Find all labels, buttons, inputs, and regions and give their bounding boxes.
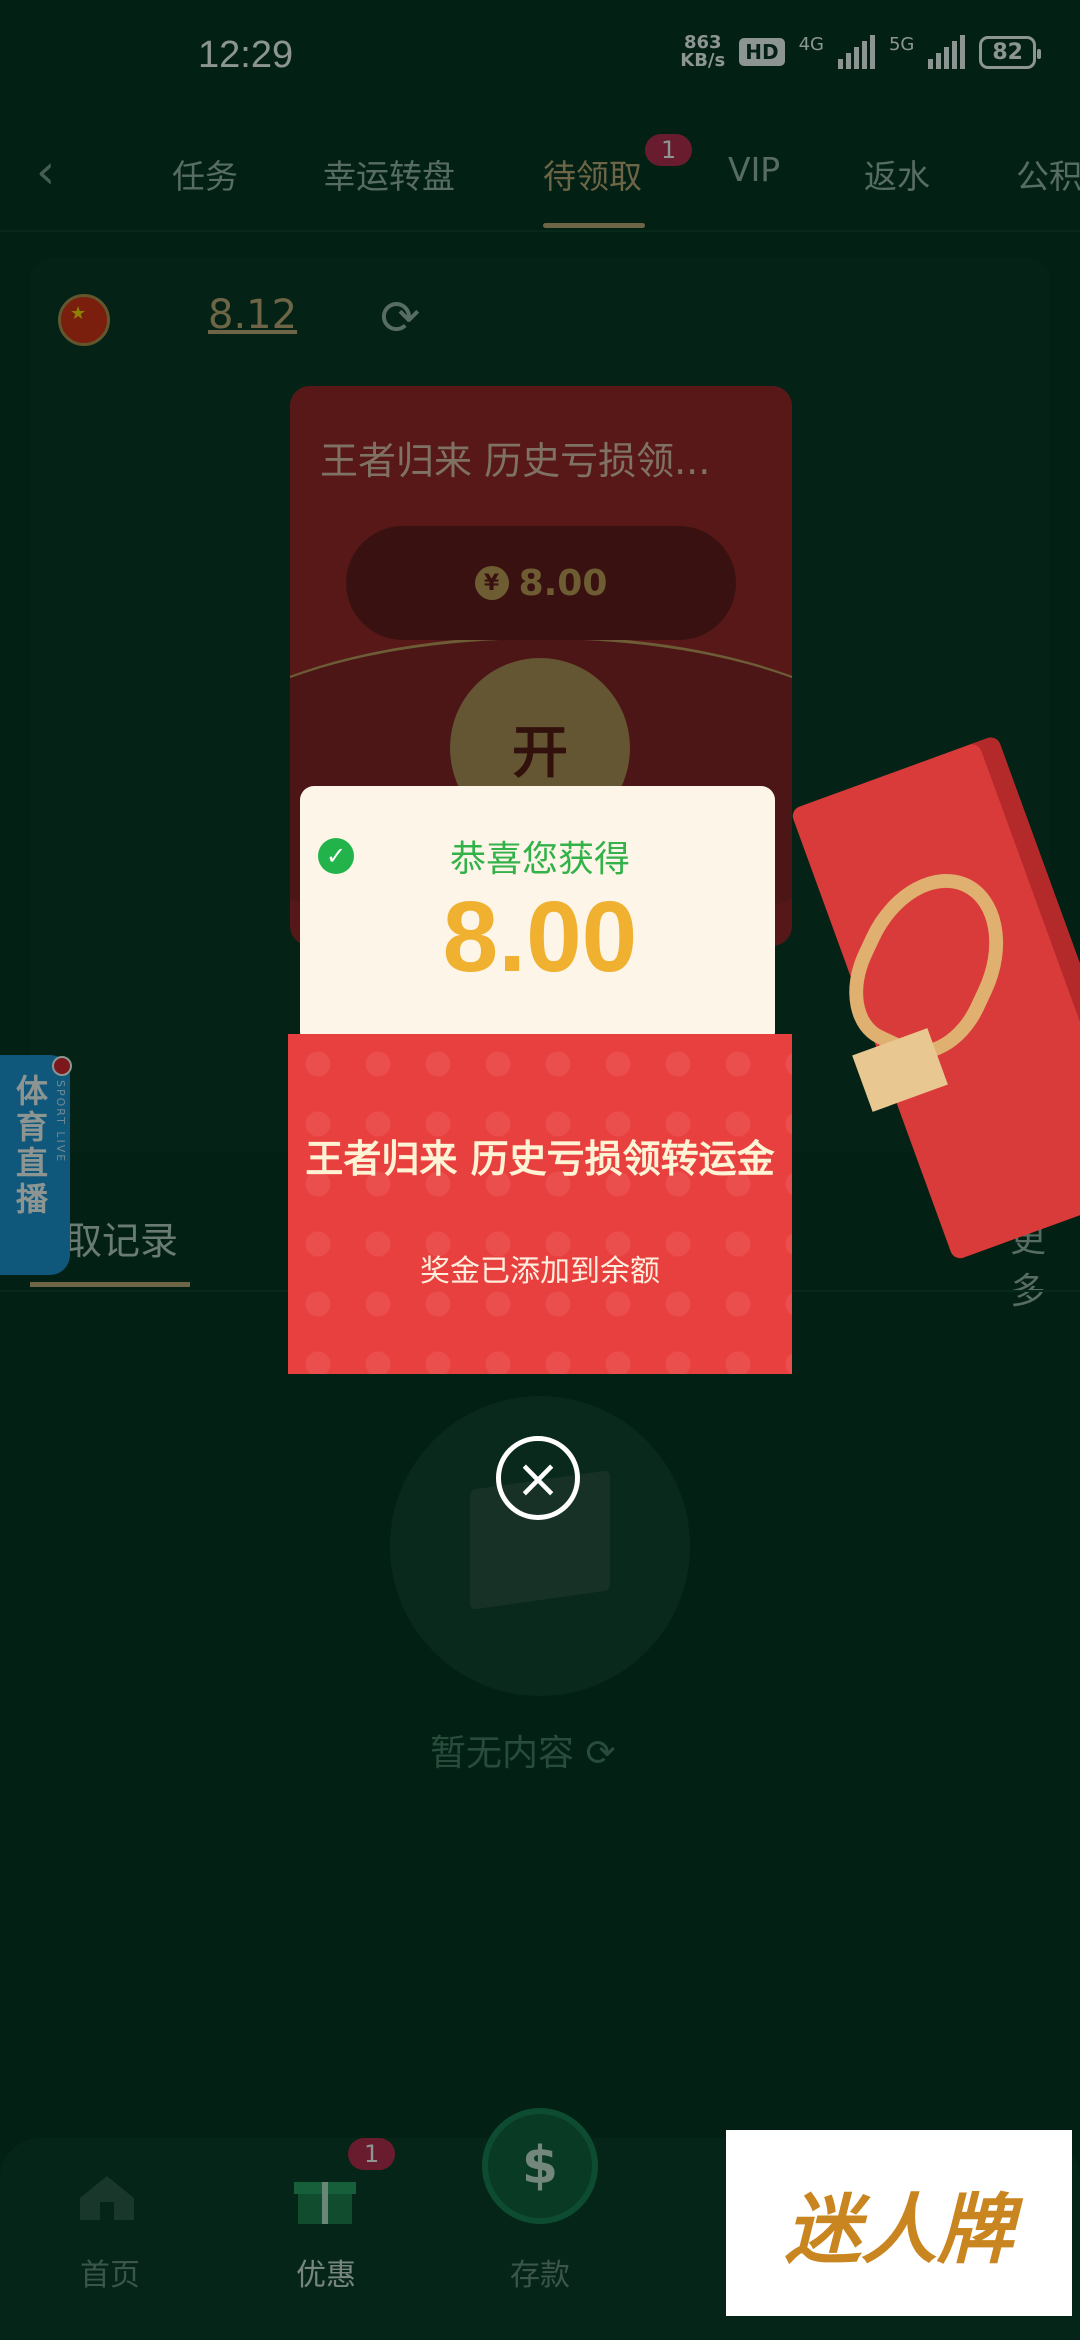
close-icon[interactable]: × <box>496 1436 580 1520</box>
reward-title: 王者归来 历史亏损领转运金 <box>305 1137 775 1181</box>
watermark-logo: 迷人牌 <box>726 2130 1072 2316</box>
reward-subtitle: 奖金已添加到余额 <box>420 1254 660 1289</box>
gift-box-front <box>288 1034 792 1374</box>
reward-amount: 8.00 <box>442 881 638 993</box>
congrats-text: 恭喜您获得 <box>449 839 630 880</box>
